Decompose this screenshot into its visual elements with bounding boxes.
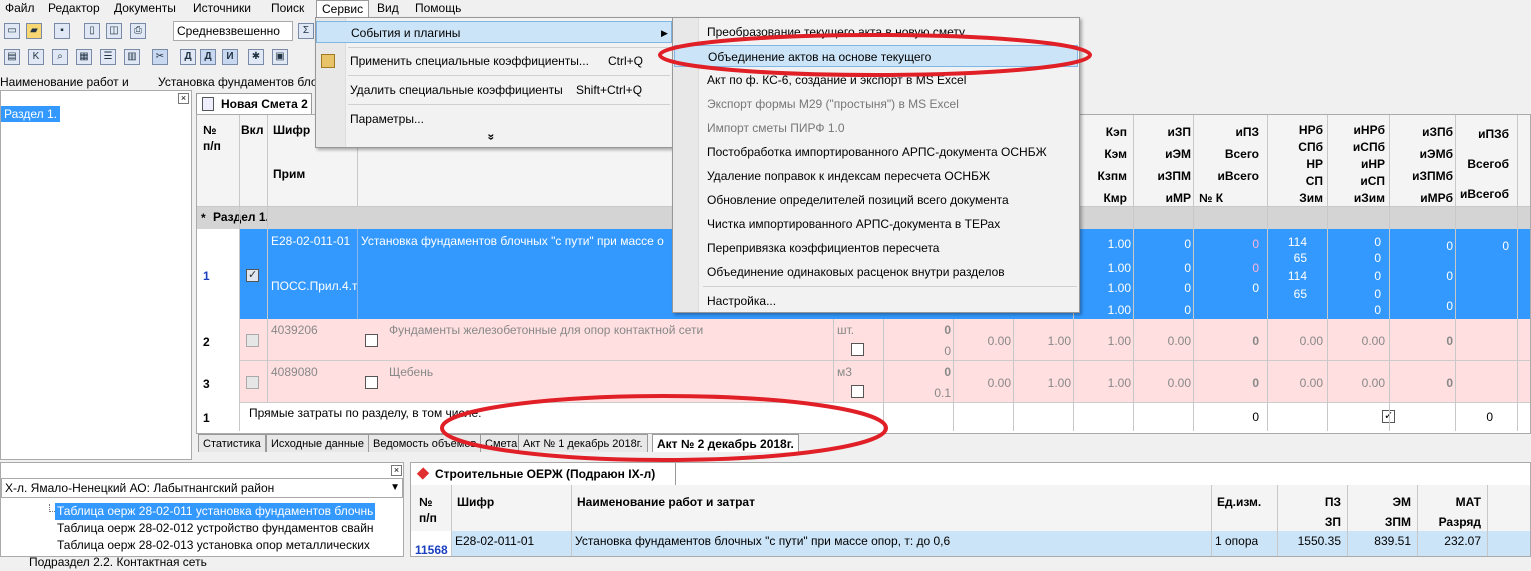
annotation-overlay bbox=[440, 33, 1092, 462]
annotation-ellipse-menu bbox=[658, 33, 1092, 77]
tree-item-subsection-label: Подраздел 2.2. Контактная сеть bbox=[29, 555, 207, 569]
annotation-ellipse-tab bbox=[440, 394, 888, 462]
